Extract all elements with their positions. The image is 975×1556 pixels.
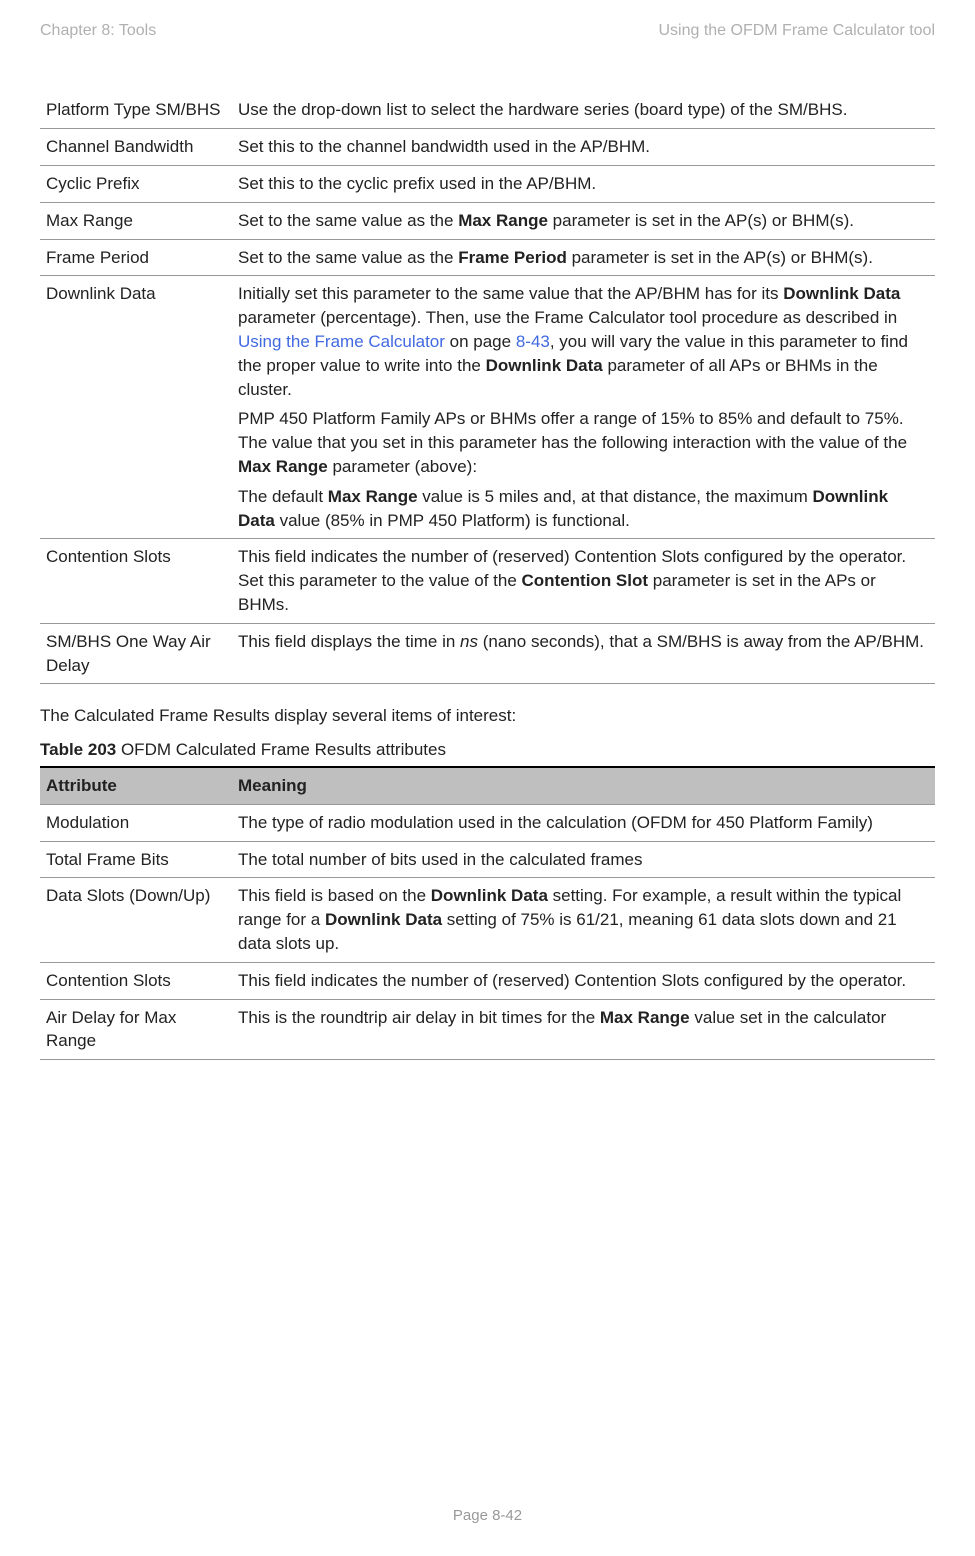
text-run: Use the drop-down list to select the har… [238,100,847,119]
table-row: Frame PeriodSet to the same value as the… [40,239,935,276]
table-row: SM/BHS One Way Air DelayThis field displ… [40,623,935,684]
text-run: parameter (percentage). Then, use the Fr… [238,308,897,327]
attribute-cell: Downlink Data [40,276,232,539]
attribute-cell: Contention Slots [40,539,232,623]
attribute-cell: SM/BHS One Way Air Delay [40,623,232,684]
text-run: (nano seconds), that a SM/BHS is away fr… [478,632,924,651]
text-run: Set this to the channel bandwidth used i… [238,137,650,156]
page-footer: Page 8-42 [0,1505,975,1526]
page: Chapter 8: Tools Using the OFDM Frame Ca… [0,0,975,1556]
meaning-cell: The type of radio modulation used in the… [232,804,935,841]
text-run: Max Range [238,457,328,476]
text-run: value set in the calculator [690,1008,887,1027]
text-run: parameter (above): [328,457,477,476]
text-run: The total number of bits used in the cal… [238,850,642,869]
text-run: Downlink Data [325,910,442,929]
text-run: This is the roundtrip air delay in bit t… [238,1008,600,1027]
table-row: Data Slots (Down/Up)This field is based … [40,878,935,962]
text-run: value (85% in PMP 450 Platform) is funct… [275,511,630,530]
table-row: Contention SlotsThis field indicates the… [40,539,935,623]
table-row: Air Delay for Max Range This is the round… [40,999,935,1060]
meaning-cell: This field indicates the number of (rese… [232,962,935,999]
text-run: Set this to the cyclic prefix used in th… [238,174,596,193]
table-row: Cyclic Prefix Set this to the cyclic pref… [40,165,935,202]
text-run: Max Range [458,211,548,230]
table-caption: Table 203 OFDM Calculated Frame Results … [40,738,935,762]
page-header: Chapter 8: Tools Using the OFDM Frame Ca… [40,20,935,42]
text-run: ns [460,632,478,651]
text-run: The default [238,487,328,506]
cross-ref-link[interactable]: Using the Frame Calculator [238,332,445,351]
text-run: This field displays the time in [238,632,460,651]
text-run: The type of radio modulation used in the… [238,813,873,832]
attribute-cell: Contention Slots [40,962,232,999]
text-run: Downlink Data [486,356,603,375]
text-run: Max Range [328,487,418,506]
results-table: Attribute Meaning Modulation The type of … [40,766,935,1060]
table-row: Modulation The type of radio modulation u… [40,804,935,841]
meaning-cell: This field is based on the Downlink Data… [232,878,935,962]
text-run: Downlink Data [783,284,900,303]
results-head-attribute: Attribute [40,767,232,804]
caption-prefix: Table 203 [40,740,116,759]
meaning-cell: Set to the same value as the Frame Perio… [232,239,935,276]
attribute-cell: Data Slots (Down/Up) [40,878,232,962]
meaning-cell: This is the roundtrip air delay in bit t… [232,999,935,1060]
text-run: This field is based on the [238,886,431,905]
table-row: Max RangeSet to the same value as the Ma… [40,202,935,239]
attribute-cell: Platform Type SM/BHS [40,92,232,128]
table-row: Channel Bandwidth Set this to the channel… [40,129,935,166]
attribute-cell: Modulation [40,804,232,841]
meaning-cell: Set this to the channel bandwidth used i… [232,129,935,166]
intertext: The Calculated Frame Results display sev… [40,704,935,728]
text-run: PMP 450 Platform Family APs or BHMs offe… [238,409,907,452]
text-run: parameter is set in the AP(s) or BHM(s). [567,248,873,267]
header-left: Chapter 8: Tools [40,20,156,42]
text-run: Max Range [600,1008,690,1027]
attribute-cell: Max Range [40,202,232,239]
text-run: value is 5 miles and, at that distance, … [418,487,813,506]
attribute-cell: Air Delay for Max Range [40,999,232,1060]
meaning-cell: Set this to the cyclic prefix used in th… [232,165,935,202]
meaning-cell: Set to the same value as the Max Range p… [232,202,935,239]
header-right: Using the OFDM Frame Calculator tool [658,20,935,42]
text-run: parameter is set in the AP(s) or BHM(s). [548,211,854,230]
table-row: Contention Slots This field indicates the… [40,962,935,999]
table-row: Platform Type SM/BHS Use the drop-down li… [40,92,935,128]
text-run: Frame Period [458,248,567,267]
text-run: Initially set this parameter to the same… [238,284,783,303]
cross-ref-link[interactable]: 8-43 [516,332,550,351]
text-run: Set to the same value as the [238,248,458,267]
text-run: on page [445,332,516,351]
meaning-cell: The total number of bits used in the cal… [232,841,935,878]
meaning-cell: This field indicates the number of (rese… [232,539,935,623]
meaning-cell: Use the drop-down list to select the har… [232,92,935,128]
attribute-cell: Total Frame Bits [40,841,232,878]
meaning-cell: Initially set this parameter to the same… [232,276,935,539]
table-row: Downlink DataInitially set this paramete… [40,276,935,539]
text-run: Set to the same value as the [238,211,458,230]
results-head-meaning: Meaning [232,767,935,804]
meaning-cell: This field displays the time in ns (nano… [232,623,935,684]
attribute-cell: Channel Bandwidth [40,129,232,166]
parameters-table: Platform Type SM/BHS Use the drop-down li… [40,92,935,684]
text-run: Contention Slot [522,571,649,590]
text-run: This field indicates the number of (rese… [238,971,906,990]
caption-rest: OFDM Calculated Frame Results attributes [116,740,446,759]
table-row: Total Frame Bits The total number of bits… [40,841,935,878]
attribute-cell: Cyclic Prefix [40,165,232,202]
text-run: Downlink Data [431,886,548,905]
attribute-cell: Frame Period [40,239,232,276]
